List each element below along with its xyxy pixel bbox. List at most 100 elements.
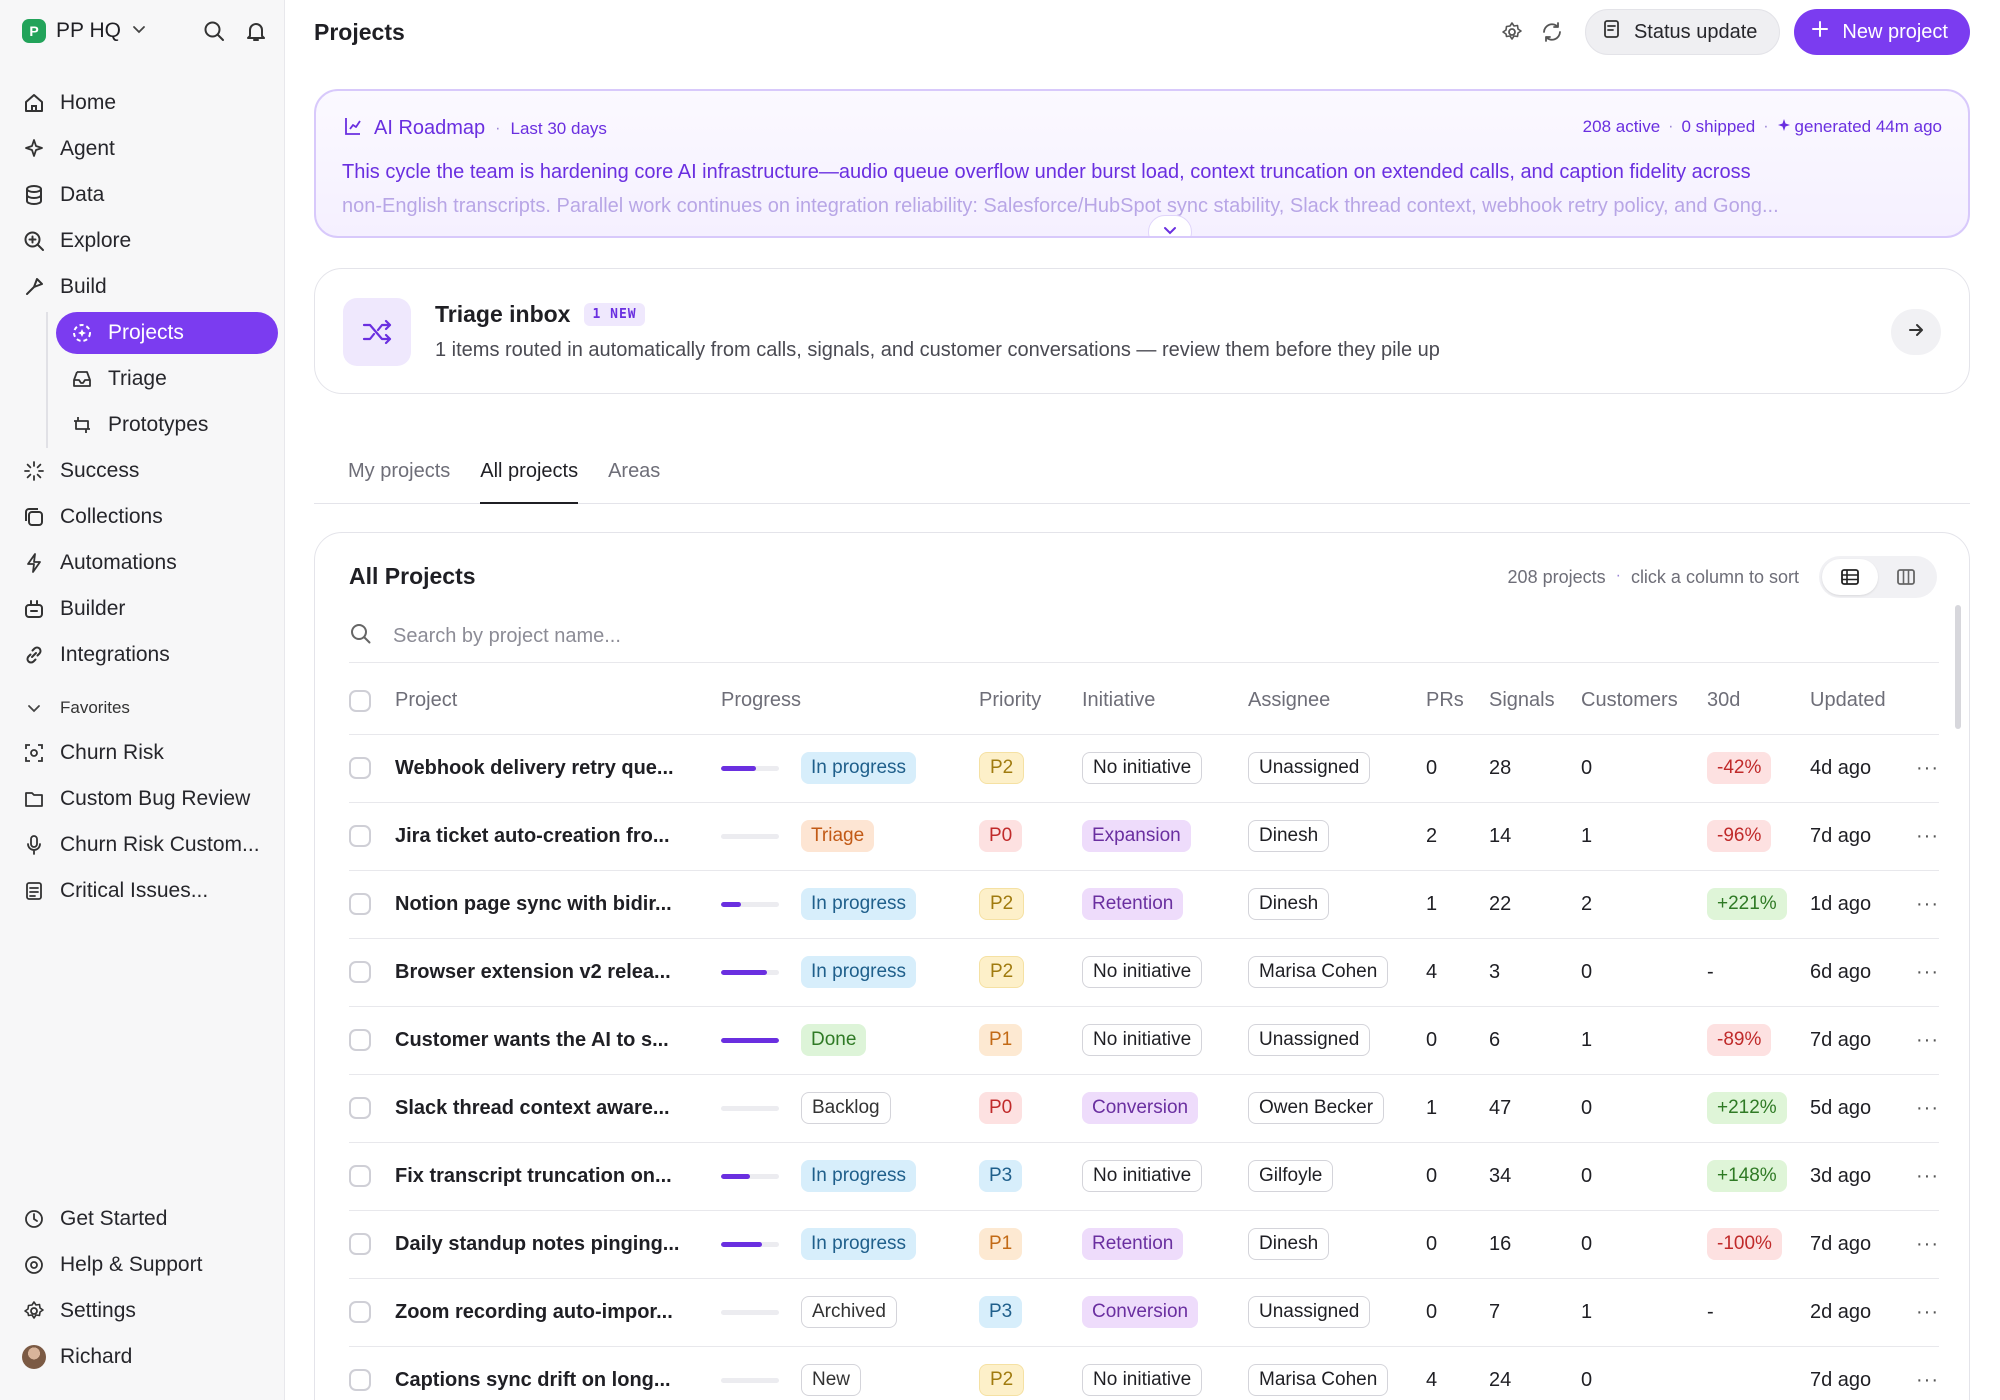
column-header-priority[interactable]: Priority xyxy=(979,668,1082,735)
settings-icon[interactable] xyxy=(1499,19,1525,45)
column-header-customers[interactable]: Customers xyxy=(1581,668,1707,735)
project-name-cell[interactable]: Slack thread context aware... xyxy=(395,1074,721,1143)
nav-item-home[interactable]: Home xyxy=(22,80,278,126)
table-row[interactable]: Jira ticket auto-creation fro... Triage P0… xyxy=(349,802,1939,871)
column-header-initiative[interactable]: Initiative xyxy=(1082,668,1248,735)
ai-roadmap-card[interactable]: AI Roadmap · Last 30 days 208 active · 0… xyxy=(314,89,1970,238)
assignee-badge[interactable]: Unassigned xyxy=(1248,752,1371,784)
priority-badge[interactable]: P1 xyxy=(979,1024,1023,1056)
column-header-signals[interactable]: Signals xyxy=(1489,668,1581,735)
sidebar-item-triage[interactable]: Triage xyxy=(56,356,278,402)
status-badge[interactable]: In progress xyxy=(801,752,917,784)
header-select[interactable] xyxy=(349,668,395,735)
project-name[interactable]: Zoom recording auto-impor... xyxy=(395,1301,673,1323)
tab-all-projects[interactable]: All projects xyxy=(480,450,579,504)
column-header-project[interactable]: Project xyxy=(395,668,721,735)
more-actions-icon[interactable]: ··· xyxy=(1894,870,1939,939)
row-select[interactable] xyxy=(349,870,395,939)
initiative-badge[interactable]: No initiative xyxy=(1082,956,1203,988)
project-name[interactable]: Slack thread context aware... xyxy=(395,1097,670,1119)
nav-item-agent[interactable]: Agent xyxy=(22,126,278,172)
nav-item-builder[interactable]: Builder xyxy=(22,586,278,632)
table-row[interactable]: Daily standup notes pinging... In progres… xyxy=(349,1210,1939,1279)
table-row[interactable]: Zoom recording auto-impor... Archived P3 Co… xyxy=(349,1278,1939,1347)
row-checkbox[interactable] xyxy=(349,961,371,984)
search-icon[interactable] xyxy=(201,18,227,44)
more-actions-icon[interactable]: ··· xyxy=(1894,1278,1939,1347)
row-checkbox[interactable] xyxy=(349,825,371,848)
assignee-badge[interactable]: Marisa Cohen xyxy=(1248,1364,1389,1396)
project-name-cell[interactable]: Daily standup notes pinging... xyxy=(395,1210,721,1279)
nav-item-data[interactable]: Data xyxy=(22,172,278,218)
expand-roadmap-button[interactable] xyxy=(1148,215,1192,236)
initiative-badge[interactable]: No initiative xyxy=(1082,1024,1203,1056)
favorite-item[interactable]: Critical Issues... xyxy=(22,868,278,914)
column-header-30d[interactable]: 30d xyxy=(1707,668,1810,735)
column-header-updated[interactable]: Updated xyxy=(1810,668,1894,735)
more-actions-icon[interactable]: ··· xyxy=(1894,734,1939,803)
project-name[interactable]: Notion page sync with bidir... xyxy=(395,893,672,915)
table-row[interactable]: Customer wants the AI to s... Done P1 No in… xyxy=(349,1006,1939,1075)
new-project-button[interactable]: New project xyxy=(1794,9,1970,55)
initiative-badge[interactable]: No initiative xyxy=(1082,1364,1203,1396)
project-name[interactable]: Daily standup notes pinging... xyxy=(395,1233,679,1255)
initiative-badge[interactable]: Conversion xyxy=(1082,1296,1199,1328)
nav-item-get-started[interactable]: Get Started xyxy=(22,1196,278,1242)
initiative-badge[interactable]: Retention xyxy=(1082,888,1184,920)
assignee-badge[interactable]: Dinesh xyxy=(1248,1228,1330,1260)
table-row[interactable]: Notion page sync with bidir... In progres… xyxy=(349,870,1939,939)
table-row[interactable]: Captions sync drift on long... New P2 No in… xyxy=(349,1346,1939,1400)
table-row[interactable]: Fix transcript truncation on... In progre… xyxy=(349,1142,1939,1211)
nav-item-integrations[interactable]: Integrations xyxy=(22,632,278,678)
favorites-header[interactable]: Favorites xyxy=(22,686,278,730)
initiative-badge[interactable]: Retention xyxy=(1082,1228,1184,1260)
initiative-badge[interactable]: No initiative xyxy=(1082,752,1203,784)
project-name-cell[interactable]: Browser extension v2 relea... xyxy=(395,938,721,1007)
column-header-assignee[interactable]: Assignee xyxy=(1248,668,1426,735)
project-name[interactable]: Webhook delivery retry que... xyxy=(395,757,674,779)
project-name-cell[interactable]: Jira ticket auto-creation fro... xyxy=(395,802,721,871)
column-header-progress[interactable]: Progress xyxy=(721,668,979,735)
refresh-icon[interactable] xyxy=(1539,19,1565,45)
row-checkbox[interactable] xyxy=(349,1165,371,1188)
bell-icon[interactable] xyxy=(243,18,269,44)
open-triage-button[interactable] xyxy=(1891,309,1941,355)
nav-item-explore[interactable]: Explore xyxy=(22,218,278,264)
search-input[interactable] xyxy=(393,625,1093,648)
row-checkbox[interactable] xyxy=(349,1301,371,1324)
row-checkbox[interactable] xyxy=(349,893,371,916)
priority-badge[interactable]: P2 xyxy=(979,752,1025,784)
project-name[interactable]: Customer wants the AI to s... xyxy=(395,1029,669,1051)
project-name-cell[interactable]: Notion page sync with bidir... xyxy=(395,870,721,939)
status-badge[interactable]: In progress xyxy=(801,888,917,920)
row-checkbox[interactable] xyxy=(349,1097,371,1120)
status-badge[interactable]: New xyxy=(801,1364,862,1396)
project-name-cell[interactable]: Webhook delivery retry que... xyxy=(395,734,721,803)
status-badge[interactable]: In progress xyxy=(801,956,917,988)
project-name-cell[interactable]: Zoom recording auto-impor... xyxy=(395,1278,721,1347)
table-row[interactable]: Slack thread context aware... Backlog P0 Co… xyxy=(349,1074,1939,1143)
more-actions-icon[interactable]: ··· xyxy=(1894,1074,1939,1143)
nav-item-build[interactable]: Build xyxy=(22,264,278,310)
more-actions-icon[interactable]: ··· xyxy=(1894,1142,1939,1211)
priority-badge[interactable]: P2 xyxy=(979,888,1025,920)
row-select[interactable] xyxy=(349,1006,395,1075)
sidebar-item-projects[interactable]: Projects xyxy=(56,312,278,354)
sidebar-item-prototypes[interactable]: Prototypes xyxy=(56,402,278,448)
row-checkbox[interactable] xyxy=(349,757,371,780)
initiative-badge[interactable]: Expansion xyxy=(1082,820,1191,852)
nav-item-profile[interactable]: Richard xyxy=(22,1334,278,1380)
nav-item-collections[interactable]: Collections xyxy=(22,494,278,540)
tab-areas[interactable]: Areas xyxy=(608,450,660,504)
more-actions-icon[interactable]: ··· xyxy=(1894,802,1939,871)
favorite-item[interactable]: Custom Bug Review xyxy=(22,776,278,822)
priority-badge[interactable]: P1 xyxy=(979,1228,1023,1260)
project-name-cell[interactable]: Customer wants the AI to s... xyxy=(395,1006,721,1075)
assignee-badge[interactable]: Unassigned xyxy=(1248,1024,1371,1056)
status-badge[interactable]: In progress xyxy=(801,1228,917,1260)
assignee-badge[interactable]: Dinesh xyxy=(1248,888,1330,920)
assignee-badge[interactable]: Owen Becker xyxy=(1248,1092,1385,1124)
project-name[interactable]: Jira ticket auto-creation fro... xyxy=(395,825,670,847)
priority-badge[interactable]: P2 xyxy=(979,1364,1025,1396)
column-header-prs[interactable]: PRs xyxy=(1426,668,1489,735)
